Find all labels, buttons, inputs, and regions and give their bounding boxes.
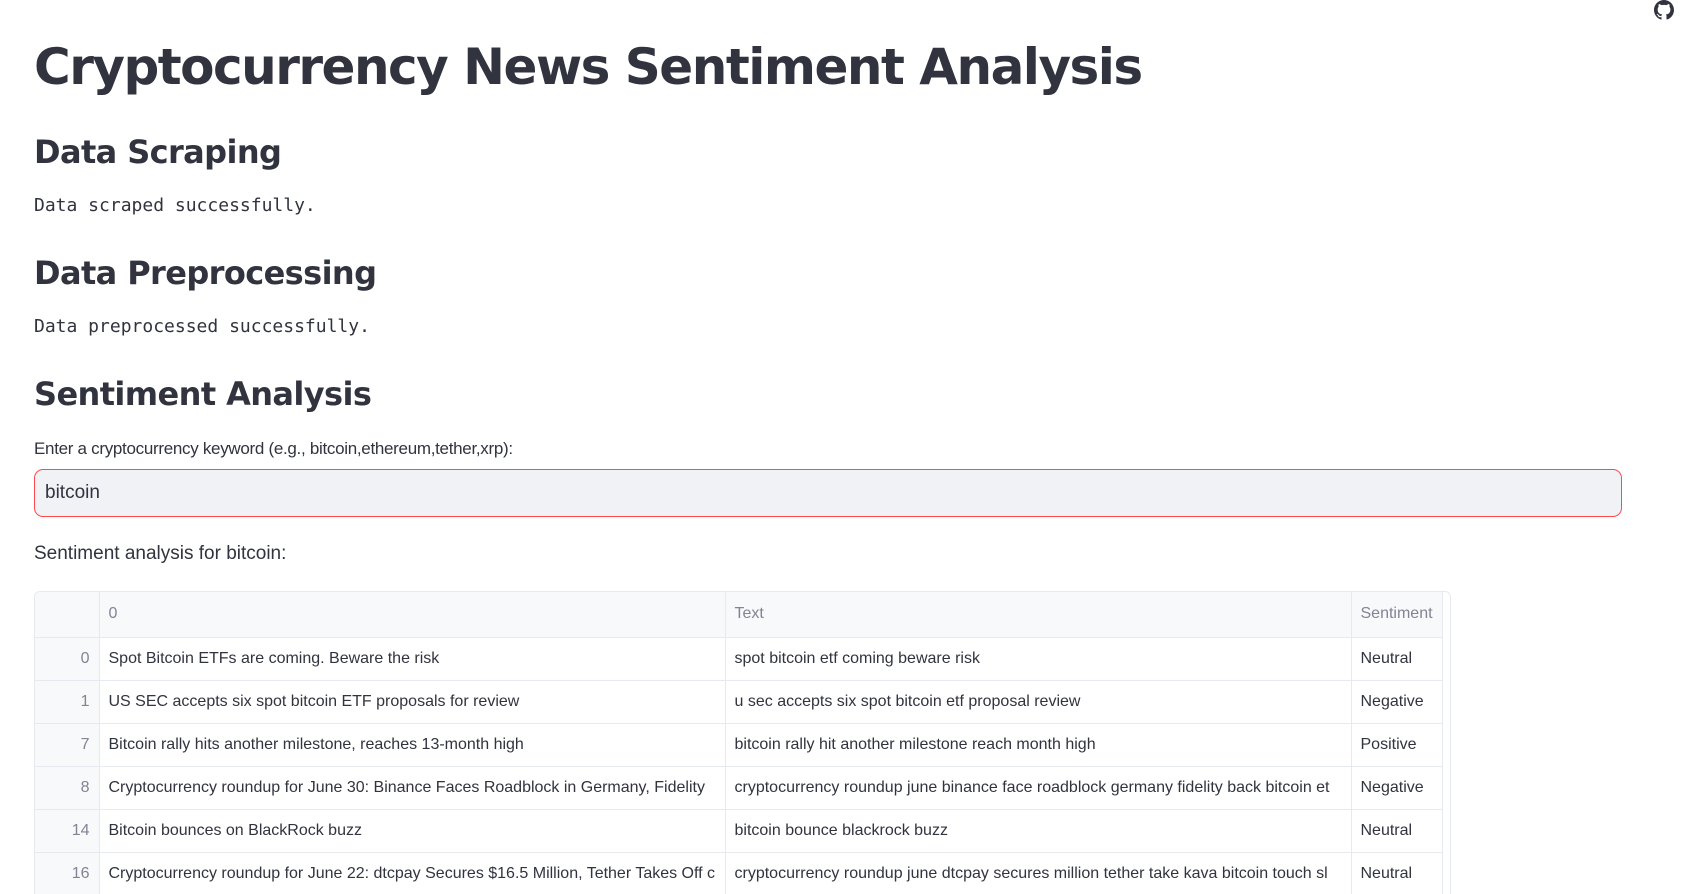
sentiment-table[interactable]: 0 Text Sentiment 0 Spot Bitcoin ETFs are…: [34, 591, 1451, 894]
text-cell[interactable]: spot bitcoin etf coming beware risk: [725, 637, 1352, 681]
text-cell[interactable]: cryptocurrency roundup june binance face…: [725, 766, 1352, 810]
preprocessing-status-text: Data preprocessed successfully.: [34, 316, 370, 337]
title-cell[interactable]: Bitcoin bounces on BlackRock buzz: [99, 809, 726, 853]
table-header-row: 0 Text Sentiment: [35, 592, 1443, 638]
column-header-index[interactable]: [35, 592, 100, 638]
text-cell[interactable]: cryptocurrency roundup june dtcpay secur…: [725, 852, 1352, 894]
text-cell[interactable]: u sec accepts six spot bitcoin etf propo…: [725, 680, 1352, 724]
row-index-cell: 0: [35, 637, 100, 681]
page-title: Cryptocurrency News Sentiment Analysis: [34, 38, 1143, 96]
table-row: 8 Cryptocurrency roundup for June 30: Bi…: [35, 766, 1443, 810]
text-cell[interactable]: bitcoin bounce blackrock buzz: [725, 809, 1352, 853]
sentiment-cell[interactable]: Negative: [1351, 766, 1443, 810]
table-row: 7 Bitcoin rally hits another milestone, …: [35, 723, 1443, 767]
data-scraping-heading: Data Scraping: [34, 133, 282, 171]
row-index-cell: 8: [35, 766, 100, 810]
column-header-sentiment[interactable]: Sentiment: [1351, 592, 1443, 638]
keyword-input-label: Enter a cryptocurrency keyword (e.g., bi…: [34, 439, 513, 458]
title-cell[interactable]: Cryptocurrency roundup for June 22: dtcp…: [99, 852, 726, 894]
column-header-text[interactable]: Text: [725, 592, 1352, 638]
sentiment-analysis-heading: Sentiment Analysis: [34, 375, 372, 413]
text-cell[interactable]: bitcoin rally hit another milestone reac…: [725, 723, 1352, 767]
scraping-status-text: Data scraped successfully.: [34, 195, 316, 216]
title-cell[interactable]: US SEC accepts six spot bitcoin ETF prop…: [99, 680, 726, 724]
table-row: 16 Cryptocurrency roundup for June 22: d…: [35, 852, 1443, 894]
title-cell[interactable]: Spot Bitcoin ETFs are coming. Beware the…: [99, 637, 726, 681]
column-header-0[interactable]: 0: [99, 592, 726, 638]
app-page: Cryptocurrency News Sentiment Analysis D…: [0, 0, 1687, 894]
sentiment-cell[interactable]: Neutral: [1351, 637, 1443, 681]
result-label: Sentiment analysis for bitcoin:: [34, 543, 287, 564]
sentiment-cell[interactable]: Neutral: [1351, 809, 1443, 853]
sentiment-cell[interactable]: Negative: [1351, 680, 1443, 724]
row-index-cell: 14: [35, 809, 100, 853]
github-icon[interactable]: [1654, 0, 1674, 20]
table-row: 1 US SEC accepts six spot bitcoin ETF pr…: [35, 680, 1443, 724]
keyword-input[interactable]: [34, 469, 1622, 517]
data-preprocessing-heading: Data Preprocessing: [34, 254, 377, 292]
title-cell[interactable]: Bitcoin rally hits another milestone, re…: [99, 723, 726, 767]
row-index-cell: 1: [35, 680, 100, 724]
table-row: 0 Spot Bitcoin ETFs are coming. Beware t…: [35, 637, 1443, 681]
table-row: 14 Bitcoin bounces on BlackRock buzz bit…: [35, 809, 1443, 853]
title-cell[interactable]: Cryptocurrency roundup for June 30: Bina…: [99, 766, 726, 810]
row-index-cell: 7: [35, 723, 100, 767]
sentiment-cell[interactable]: Neutral: [1351, 852, 1443, 894]
row-index-cell: 16: [35, 852, 100, 894]
sentiment-cell[interactable]: Positive: [1351, 723, 1443, 767]
